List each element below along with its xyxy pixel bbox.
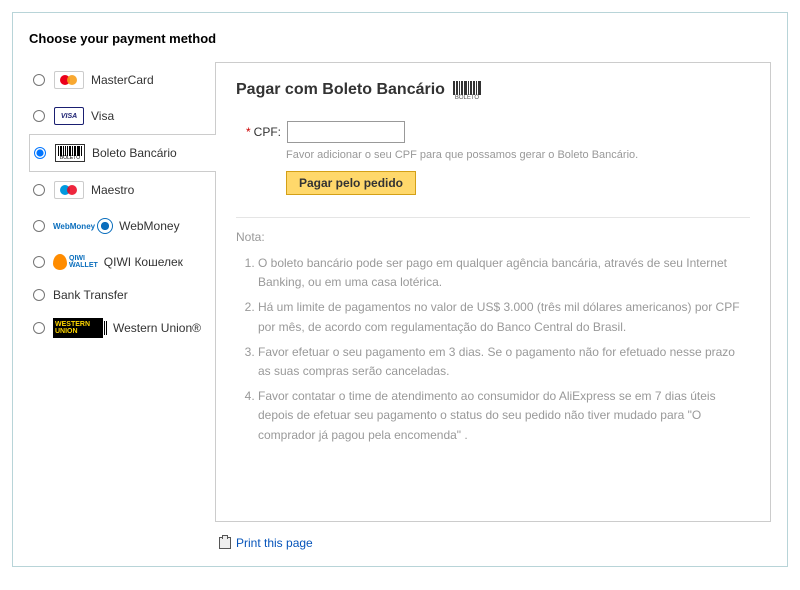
radio-qiwi[interactable] (33, 256, 45, 268)
payment-method-list: MasterCard VISA Visa BOLETO Boleto Bancá… (29, 62, 215, 346)
westernunion-icon: WESTERNUNION (53, 318, 107, 338)
panel-title-row: Pagar com Boleto Bancário BOLETO (236, 81, 750, 99)
notes-list: O boleto bancário pode ser pago em qualq… (236, 254, 750, 445)
barcode-icon: BOLETO (453, 81, 481, 99)
option-label: Visa (91, 109, 114, 123)
cpf-input[interactable] (287, 121, 405, 143)
note-item: Há um limite de pagamentos no valor de U… (258, 298, 750, 336)
radio-webmoney[interactable] (33, 220, 45, 232)
option-mastercard[interactable]: MasterCard (29, 62, 215, 98)
cpf-row: * CPF: (246, 121, 750, 143)
option-boleto[interactable]: BOLETO Boleto Bancário (29, 134, 216, 172)
radio-boleto[interactable] (34, 147, 46, 159)
option-label: WebMoney (119, 219, 179, 233)
radio-banktransfer[interactable] (33, 289, 45, 301)
webmoney-icon: WebMoney (53, 216, 113, 236)
cpf-label: CPF: (254, 121, 281, 143)
mastercard-icon (53, 70, 85, 90)
note-item: O boleto bancário pode ser pago em qualq… (258, 254, 750, 292)
option-visa[interactable]: VISA Visa (29, 98, 215, 134)
divider (236, 217, 750, 218)
note-item: Favor efetuar o seu pagamento em 3 dias.… (258, 343, 750, 381)
option-banktransfer[interactable]: Bank Transfer (29, 280, 215, 310)
payment-container: Choose your payment method MasterCard VI… (12, 12, 788, 567)
payment-detail-panel: Pagar com Boleto Bancário BOLETO * CPF: … (215, 62, 771, 522)
note-heading: Nota: (236, 230, 750, 244)
note-item: Favor contatar o time de atendimento ao … (258, 387, 750, 445)
option-qiwi[interactable]: QIWIWALLET QIWI Кошелек (29, 244, 215, 280)
radio-visa[interactable] (33, 110, 45, 122)
print-row: Print this page (215, 536, 771, 550)
maestro-icon (53, 180, 85, 200)
visa-icon: VISA (53, 106, 85, 126)
layout: MasterCard VISA Visa BOLETO Boleto Bancá… (29, 62, 771, 522)
panel-title: Pagar com Boleto Bancário (236, 81, 445, 99)
boleto-icon: BOLETO (54, 143, 86, 163)
option-label: QIWI Кошелек (104, 255, 183, 269)
cpf-hint: Favor adicionar o seu CPF para que possa… (286, 149, 750, 161)
print-link[interactable]: Print this page (236, 536, 313, 550)
radio-maestro[interactable] (33, 184, 45, 196)
required-marker: * (246, 121, 251, 143)
option-label: Boleto Bancário (92, 146, 177, 160)
option-label: MasterCard (91, 73, 154, 87)
page-heading: Choose your payment method (29, 31, 771, 46)
option-label: Western Union® (113, 321, 201, 335)
radio-westernunion[interactable] (33, 322, 45, 334)
print-icon (219, 537, 231, 549)
option-label: Maestro (91, 183, 134, 197)
option-label: Bank Transfer (53, 288, 128, 302)
radio-mastercard[interactable] (33, 74, 45, 86)
pay-button[interactable]: Pagar pelo pedido (286, 171, 416, 195)
qiwi-icon: QIWIWALLET (53, 252, 98, 272)
option-maestro[interactable]: Maestro (29, 172, 215, 208)
option-westernunion[interactable]: WESTERNUNION Western Union® (29, 310, 215, 346)
option-webmoney[interactable]: WebMoney WebMoney (29, 208, 215, 244)
